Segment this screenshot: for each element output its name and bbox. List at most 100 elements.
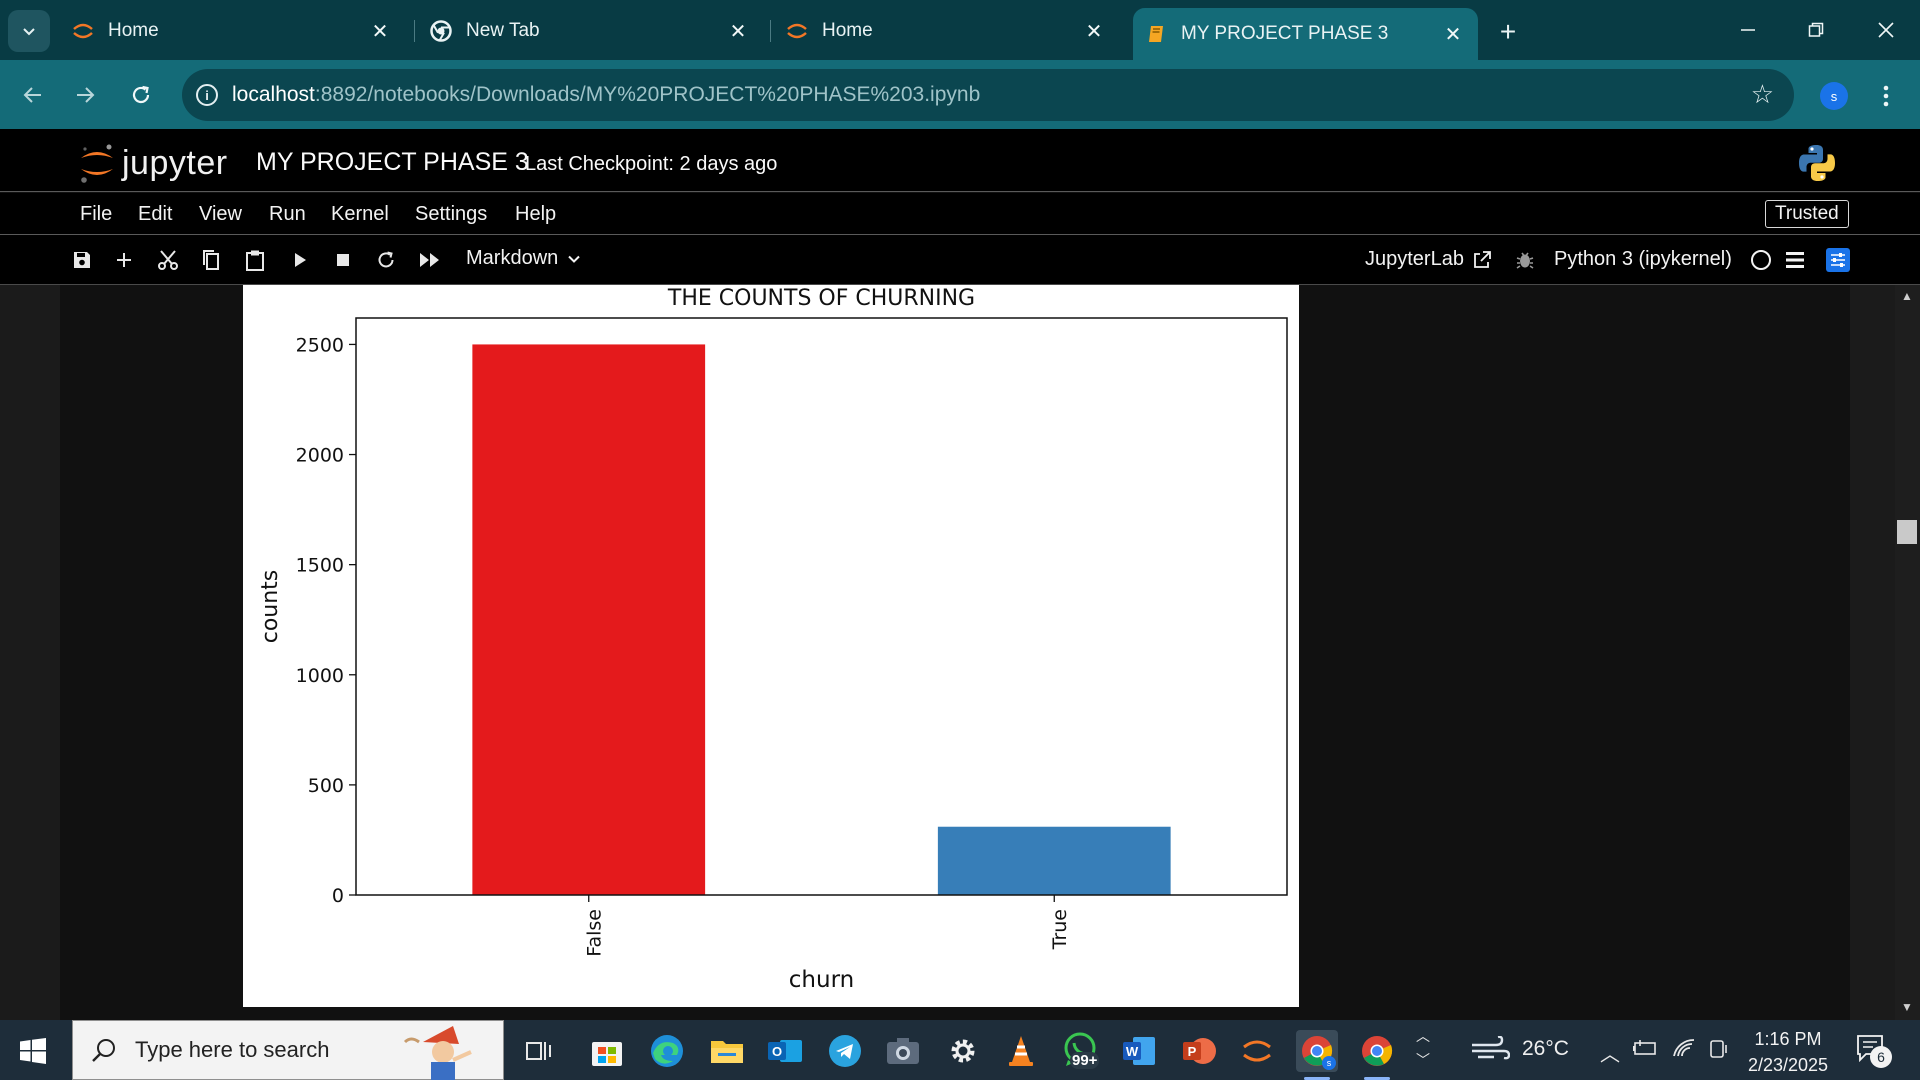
gear-icon	[951, 1039, 975, 1063]
menu-help[interactable]: Help	[515, 203, 556, 226]
tab-separator	[770, 20, 771, 42]
kernel-status-icon	[1749, 248, 1773, 272]
scroll-up-arrow-icon[interactable]: ▲	[1901, 289, 1913, 303]
menu-edit[interactable]: Edit	[138, 203, 172, 226]
tab-title: Home	[108, 20, 159, 41]
menu-settings[interactable]: Settings	[415, 203, 487, 226]
clock-date: 2/23/2025	[1747, 1055, 1829, 1075]
browser-menu-button[interactable]	[1874, 78, 1898, 114]
save-icon	[74, 252, 90, 268]
store-icon	[592, 1042, 622, 1066]
edge-browser-button[interactable]	[646, 1030, 688, 1072]
paste-cell-button[interactable]	[243, 248, 267, 272]
more-vertical-icon	[1883, 85, 1889, 107]
show-hidden-icons-chevron-icon[interactable]: ︿	[1600, 1038, 1620, 1067]
chrome-app-button[interactable]: s	[1296, 1030, 1338, 1080]
back-button[interactable]	[14, 76, 52, 114]
debugger-bug-icon[interactable]	[1513, 248, 1537, 272]
browser-tab-home-1[interactable]: Home ✕	[60, 10, 405, 52]
word-button[interactable]: W	[1118, 1030, 1160, 1072]
forward-button[interactable]	[66, 76, 104, 114]
microsoft-store-button[interactable]	[586, 1030, 628, 1072]
open-jupyterlab-link[interactable]: JupyterLab	[1365, 248, 1492, 271]
chart-title: THE COUNTS OF CHURNING	[667, 286, 975, 311]
scroll-down-arrow-icon[interactable]: ▼	[1901, 1000, 1913, 1014]
bar-chart: THE COUNTS OF CHURNING False True 0 500 1000 1…	[258, 286, 1288, 993]
restart-run-all-button[interactable]	[418, 248, 442, 272]
weather-widget[interactable]: 26°C	[1470, 1036, 1569, 1062]
system-clock[interactable]: 1:16 PM 2/23/2025	[1740, 1026, 1836, 1078]
plus-icon	[117, 253, 131, 267]
menu-run[interactable]: Run	[269, 203, 306, 226]
taskbar-search[interactable]: Type here to search	[72, 1020, 504, 1080]
telegram-button[interactable]	[824, 1030, 866, 1072]
start-button[interactable]	[20, 1038, 46, 1069]
menu-file[interactable]: File	[80, 203, 112, 226]
browser-tab-home-2[interactable]: Home ✕	[774, 10, 1119, 52]
menu-view[interactable]: View	[199, 203, 242, 226]
close-icon[interactable]: ✕	[725, 18, 751, 44]
run-cell-button[interactable]	[288, 248, 312, 272]
volume-icon[interactable]	[1708, 1038, 1730, 1066]
new-tab-button[interactable]: +	[1490, 14, 1526, 50]
scrollbar-thumb[interactable]	[1897, 520, 1917, 544]
task-view-button[interactable]	[518, 1030, 560, 1072]
settings-panel-button[interactable]	[1826, 248, 1850, 272]
copy-cell-button[interactable]	[199, 248, 223, 272]
property-inspector-button[interactable]	[1783, 248, 1807, 272]
cell-type-dropdown[interactable]: Markdown	[466, 247, 582, 270]
vertical-scrollbar[interactable]: ▲ ▼	[1895, 285, 1920, 1020]
cell-output-chart: THE COUNTS OF CHURNING False True 0 500 1000 1…	[243, 285, 1299, 1007]
close-icon[interactable]: ✕	[1440, 21, 1466, 47]
cell-type-value: Markdown	[466, 247, 559, 269]
tab-title: MY PROJECT PHASE 3	[1181, 23, 1389, 44]
close-icon[interactable]: ✕	[367, 18, 393, 44]
url-text[interactable]: localhost:8892/notebooks/Downloads/MY%20…	[232, 83, 980, 107]
notebook-title[interactable]: MY PROJECT PHASE 3	[256, 148, 529, 177]
whatsapp-badge: 99+	[1070, 1052, 1100, 1069]
outlook-button[interactable]: O	[764, 1030, 806, 1072]
wifi-icon[interactable]	[1672, 1038, 1696, 1064]
powerpoint-button[interactable]: P	[1178, 1030, 1220, 1072]
tab-separator	[414, 20, 415, 42]
plus-icon: +	[1499, 16, 1517, 47]
copy-icon	[203, 250, 219, 270]
menu-kernel[interactable]: Kernel	[331, 203, 389, 226]
profile-avatar[interactable]: s	[1820, 82, 1848, 110]
address-bar[interactable]: i localhost:8892/notebooks/Downloads/MY%…	[182, 69, 1794, 121]
site-info-icon[interactable]: i	[196, 84, 218, 106]
tab-search-button[interactable]	[8, 10, 50, 52]
restart-kernel-button[interactable]	[374, 248, 398, 272]
kernel-name[interactable]: Python 3 (ipykernel)	[1554, 248, 1732, 271]
browser-tab-new-tab[interactable]: New Tab ✕	[418, 10, 763, 52]
file-explorer-button[interactable]	[706, 1030, 748, 1072]
browser-tab-notebook[interactable]: MY PROJECT PHASE 3 ✕	[1133, 8, 1478, 60]
taskbar-overflow-chevrons[interactable]: ︿ ﹀	[1414, 1024, 1432, 1076]
insert-cell-button[interactable]	[112, 248, 136, 272]
trusted-badge[interactable]: Trusted	[1765, 200, 1849, 228]
external-link-icon	[1474, 250, 1491, 268]
jupyterlab-label: JupyterLab	[1365, 248, 1464, 270]
close-icon[interactable]: ✕	[1081, 18, 1107, 44]
restore-button[interactable]	[1796, 12, 1836, 48]
jupyter-wordmark: jupyter	[122, 143, 228, 182]
x-axis-label: churn	[789, 967, 854, 993]
save-button[interactable]	[70, 248, 94, 272]
chrome-profile-button[interactable]	[1356, 1030, 1398, 1080]
interrupt-kernel-button[interactable]	[331, 248, 355, 272]
camera-button[interactable]	[882, 1030, 924, 1072]
jupyter-logo[interactable]: jupyter	[78, 141, 228, 185]
settings-app-button[interactable]	[942, 1030, 984, 1072]
bookmark-star-icon[interactable]: ☆	[1751, 81, 1774, 107]
notification-center-button[interactable]: 6	[1856, 1034, 1892, 1068]
vlc-button[interactable]	[1000, 1030, 1042, 1072]
close-window-button[interactable]	[1866, 12, 1906, 48]
reload-button[interactable]	[122, 76, 160, 114]
whatsapp-button[interactable]: 99+	[1060, 1030, 1102, 1072]
jupyter-app-button[interactable]	[1236, 1030, 1278, 1072]
search-highlight-character-icon	[403, 1026, 472, 1080]
battery-icon[interactable]	[1632, 1038, 1658, 1064]
jupyter-header: jupyter MY PROJECT PHASE 3 Last Checkpoi…	[0, 129, 1920, 192]
minimize-button[interactable]	[1728, 12, 1768, 48]
cut-cell-button[interactable]	[156, 248, 180, 272]
